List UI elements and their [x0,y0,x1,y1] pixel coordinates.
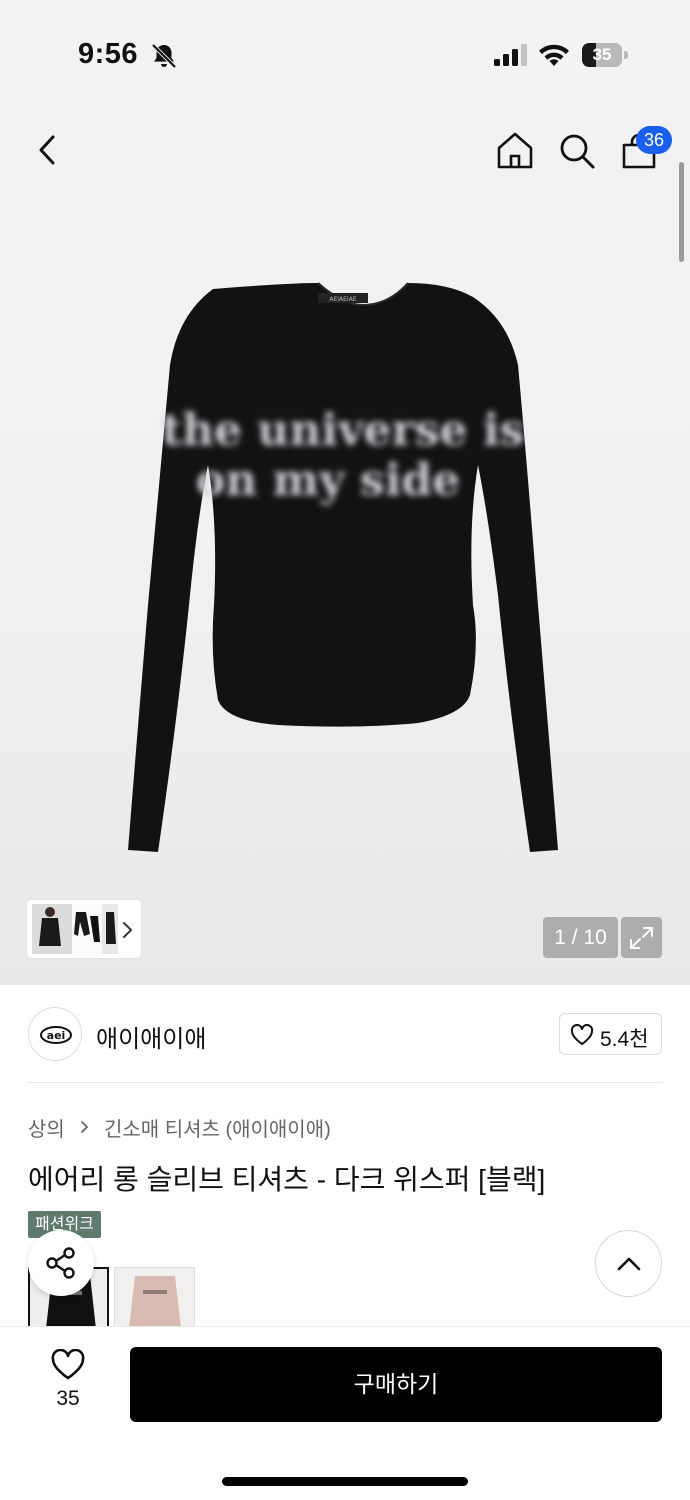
scroll-indicator [679,162,684,262]
color-option-pink-image [115,1268,194,1327]
divider [28,1082,662,1083]
brand-logo-mark: aei [40,1026,72,1044]
print-line-2: on my side [196,455,460,506]
buy-button[interactable]: 구매하기 [130,1347,662,1422]
brand-logo[interactable]: aei [28,1007,82,1061]
chevron-up-icon [617,1257,641,1271]
product-detail-page: 9:56 35 36 AEIAEIAE the universe is on m… [0,0,690,1500]
brand-row: aei 애이애이애 5.4천 [0,1005,690,1065]
cart-count-badge: 36 [636,126,672,154]
heart-outline-icon [570,1024,594,1045]
share-button[interactable] [28,1230,94,1296]
expand-icon [630,927,653,949]
product-image[interactable]: AEIAEIAE the universe is on my side [118,275,568,865]
status-time: 9:56 [78,38,139,70]
bottom-action-bar: 35 구매하기 [0,1326,690,1500]
bell-off-icon [151,43,177,69]
shirt-label-text: AEIAEIAE [329,296,356,303]
brand-name[interactable]: 애이애이애 [96,1019,206,1054]
brand-like-count: 5.4천 [600,1028,649,1051]
thumbnail-next-chevron-icon[interactable] [119,920,135,940]
chevron-right-icon [81,1120,89,1133]
wifi-icon [539,44,569,66]
battery-level: 35 [592,45,612,64]
top-nav: 36 [0,110,690,190]
back-icon[interactable] [30,132,66,168]
search-icon[interactable] [556,130,598,172]
color-option-pink[interactable] [114,1267,195,1327]
thumbnail-images[interactable] [32,904,118,954]
share-icon [46,1247,75,1279]
product-gallery[interactable]: 9:56 35 36 AEIAEIAE the universe is on m… [0,0,690,985]
image-pager: 1 / 10 [543,917,618,958]
battery-icon: 35 [582,43,628,67]
brand-logo-text: aei [47,1029,66,1042]
brand-like-button[interactable]: 5.4천 [559,1013,662,1055]
product-title: 에어리 롱 슬리브 티셔츠 - 다크 위스퍼 [블랙] [28,1164,546,1195]
breadcrumb-item-category[interactable]: 상의 [28,1113,65,1142]
heart-icon [51,1349,85,1380]
breadcrumb: 상의 긴소매 티셔츠 (애이애이애) [28,1113,331,1141]
breadcrumb-item-subcategory[interactable]: 긴소매 티셔츠 (애이애이애) [104,1113,331,1142]
cellular-signal-icon [494,44,527,66]
print-line-1: the universe is [162,405,525,456]
status-bar: 9:56 35 [0,0,690,100]
expand-button[interactable] [621,917,662,958]
home-indicator [222,1477,468,1486]
home-icon[interactable] [494,130,536,172]
scroll-to-top-button[interactable] [595,1230,662,1297]
wishlist-count: 35 [56,1387,80,1410]
wishlist-button[interactable]: 35 [28,1349,108,1419]
